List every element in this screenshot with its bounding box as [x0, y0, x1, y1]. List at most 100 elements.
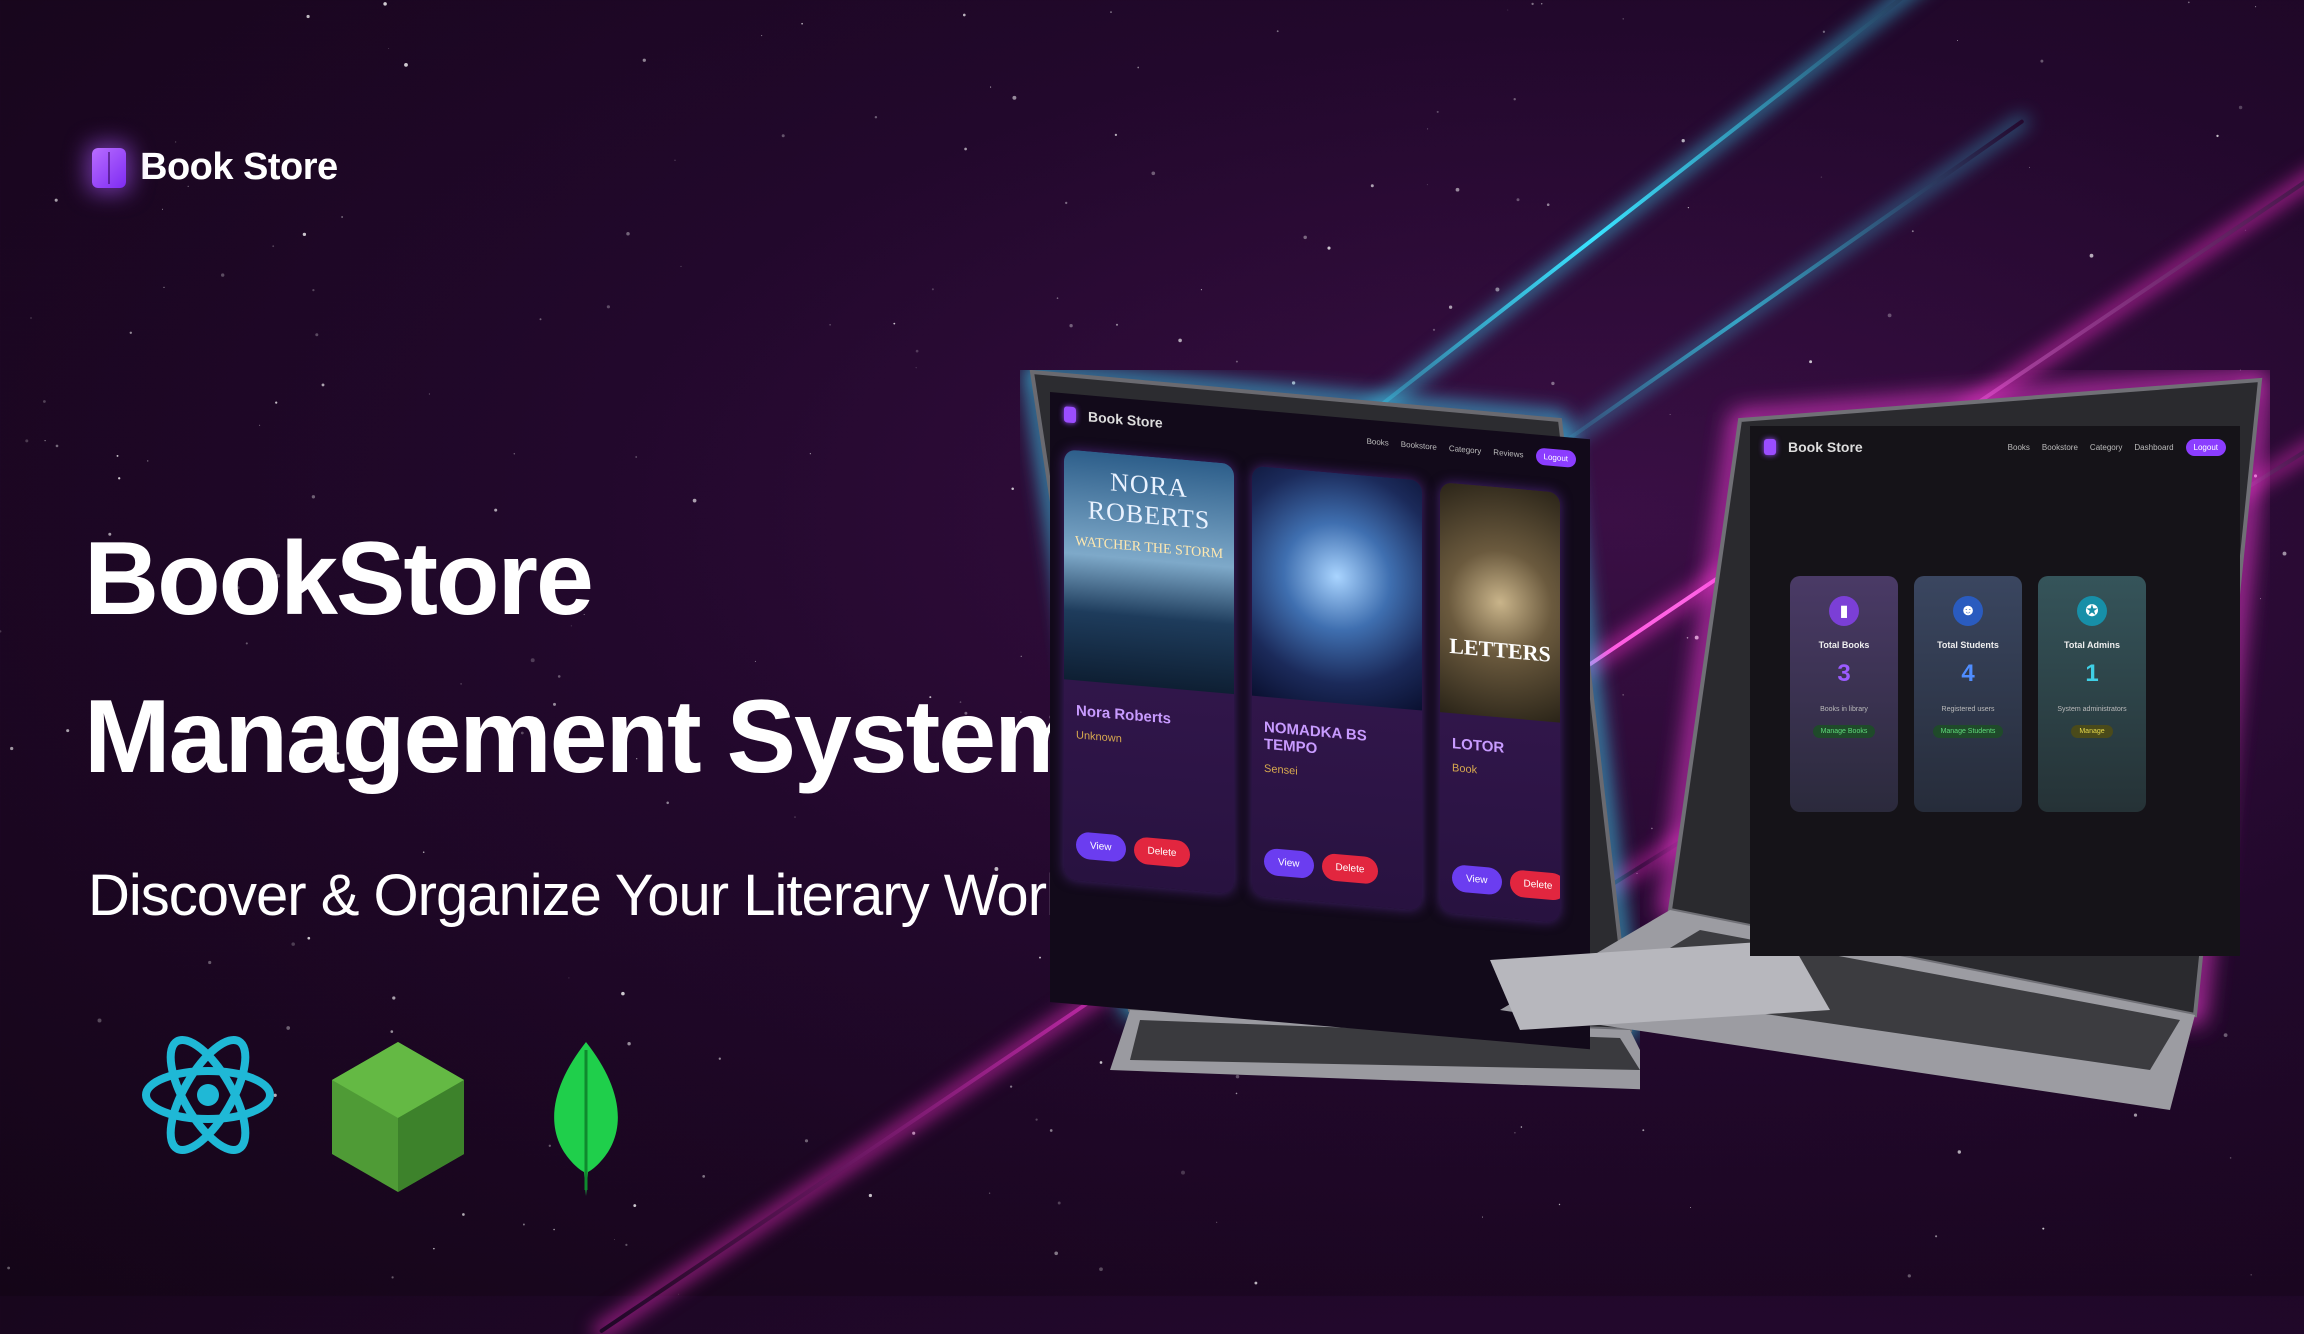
star: [1957, 39, 1959, 41]
star: [2040, 59, 2044, 63]
star: [761, 35, 763, 37]
star: [1110, 11, 1112, 13]
star: [990, 86, 992, 88]
star: [174, 141, 177, 143]
stat-note: System administrators: [2057, 706, 2127, 713]
star: [1069, 324, 1073, 328]
star: [97, 1018, 102, 1023]
book-icon: [92, 147, 126, 188]
star: [2255, 6, 2257, 8]
star: [931, 288, 934, 291]
stat-card-students[interactable]: ☻ Total Students 4 Registered users Mana…: [1914, 576, 2022, 812]
brand-logo[interactable]: Book Store: [92, 146, 338, 189]
star: [118, 477, 121, 480]
star: [1427, 128, 1429, 130]
nav-title[interactable]: Book Store: [1088, 408, 1163, 431]
star: [388, 47, 390, 50]
star: [315, 333, 319, 337]
star: [1681, 139, 1685, 143]
delete-button[interactable]: Delete: [1321, 852, 1379, 885]
laptop-right-screen: Book Store Books Bookstore Category Dash…: [1750, 426, 2240, 956]
stat-card-admins[interactable]: ✪ Total Admins 1 System administrators M…: [2038, 576, 2146, 812]
logout-button[interactable]: Logout: [2185, 438, 2226, 456]
star: [312, 288, 315, 292]
star: [116, 454, 119, 457]
top-nav: Book Store Books Bookstore Category Dash…: [1750, 426, 2240, 468]
star: [568, 977, 570, 979]
view-button[interactable]: View: [1076, 831, 1126, 863]
book-card[interactable]: NOMADKA BS TEMPO Sensei View Delete: [1252, 465, 1422, 911]
star: [2216, 134, 2219, 138]
star: [614, 1239, 615, 1240]
star: [306, 14, 310, 19]
star: [621, 991, 625, 996]
star: [272, 245, 275, 248]
star: [1426, 184, 1428, 186]
star: [302, 232, 307, 237]
star: [2244, 229, 2247, 231]
delete-button[interactable]: Delete: [1133, 836, 1191, 869]
nav-item-books[interactable]: Books: [1367, 436, 1389, 447]
star: [1303, 235, 1307, 240]
star: [383, 2, 387, 6]
dashboard-stats: ▮ Total Books 3 Books in library Manage …: [1790, 576, 2146, 812]
stat-badge[interactable]: Manage: [2071, 725, 2113, 738]
star: [462, 1213, 465, 1216]
star: [988, 1192, 991, 1194]
nodejs-icon: [332, 1042, 464, 1192]
star: [275, 401, 278, 404]
star: [1546, 203, 1550, 206]
star: [915, 349, 919, 353]
star: [30, 317, 32, 319]
star: [161, 208, 164, 210]
stat-note: Books in library: [1820, 706, 1868, 713]
star: [1690, 1207, 1692, 1208]
view-button[interactable]: View: [1264, 847, 1314, 880]
stat-label: Total Admins: [2064, 640, 2120, 650]
star: [44, 439, 46, 442]
react-icon: [142, 1035, 274, 1155]
star: [1012, 95, 1017, 100]
star: [1887, 313, 1892, 318]
stat-card-books[interactable]: ▮ Total Books 3 Books in library Manage …: [1790, 576, 1898, 812]
nav-item-dashboard[interactable]: Dashboard: [2134, 443, 2173, 452]
star: [1178, 338, 1182, 343]
star: [635, 456, 638, 458]
star: [1514, 1131, 1516, 1134]
star: [625, 1243, 628, 1247]
star: [1687, 206, 1690, 209]
star: [1507, 9, 1509, 11]
nav-item-books[interactable]: Books: [2008, 443, 2030, 452]
star: [392, 996, 396, 1000]
star: [341, 216, 343, 218]
star: [680, 265, 682, 267]
star: [1057, 1201, 1061, 1205]
book-icon: [1764, 439, 1776, 455]
star: [1455, 187, 1460, 192]
stat-badge[interactable]: Manage Students: [1932, 725, 2004, 738]
star: [1200, 289, 1202, 291]
star: [829, 324, 831, 326]
star: [2089, 253, 2094, 258]
star: [868, 1193, 873, 1198]
star: [1009, 1085, 1013, 1088]
star: [1642, 1129, 1645, 1132]
book-card[interactable]: NORA ROBERTS WATCHER THE STORM Nora Robe…: [1064, 449, 1234, 895]
star: [1065, 201, 1068, 205]
stat-badge[interactable]: Manage Books: [1812, 725, 1876, 738]
star: [1822, 30, 1826, 33]
stat-value: 4: [1961, 660, 1975, 687]
nav-item-bookstore[interactable]: Bookstore: [2042, 443, 2078, 452]
star: [794, 816, 796, 818]
star: [1151, 171, 1156, 176]
star: [1911, 230, 1914, 233]
star: [1327, 246, 1331, 250]
nav-item-category[interactable]: Category: [2090, 443, 2122, 452]
star: [1181, 1170, 1185, 1175]
star: [539, 318, 542, 321]
star: [1276, 30, 1279, 33]
star: [208, 960, 212, 965]
nav-item-bookstore[interactable]: Bookstore: [1401, 439, 1437, 451]
nav-title[interactable]: Book Store: [1788, 439, 1863, 455]
star: [912, 1131, 916, 1135]
